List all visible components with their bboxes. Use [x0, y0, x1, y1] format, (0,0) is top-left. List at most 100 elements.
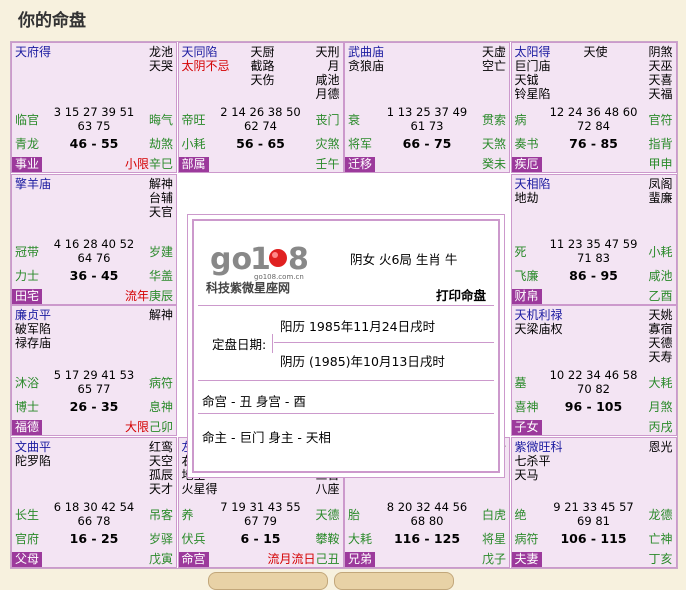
boshi-label: 喜神 — [514, 400, 539, 414]
suiqian-label: 白虎 — [481, 507, 506, 522]
branch-label: 己丑 — [315, 551, 340, 566]
palace-cell-wei: 武曲庙 贪狼庙 天虚 空亡 1 13 25 37 49 61 73 衰贯索 66 - 75 将军… — [344, 42, 510, 173]
palace-cell-shen: 太阳得 巨门庙 天钺 铃星陷 天使 阴煞 天巫 天喜 天福 12 24 36 48 60 72 84… — [510, 42, 677, 173]
boshi-label: 病符 — [514, 531, 539, 546]
boshi-label: 大耗 — [348, 531, 373, 546]
changsheng-label: 衰 — [348, 113, 361, 127]
suiqian-label: 丧门 — [315, 113, 340, 127]
page-title: 你的命盘 — [18, 11, 86, 31]
main-stars: 天相陷 地劫 — [515, 177, 551, 205]
main-stars: 天机利禄 天梁庙权 — [515, 308, 563, 336]
life-palace-line: 命宫 - 丑 身宫 - 酉 — [202, 394, 306, 409]
star-name: 天空 — [148, 453, 173, 468]
changsheng-label: 冠带 — [15, 244, 40, 259]
boshi-label: 小耗 — [181, 137, 206, 151]
print-chart-link[interactable]: 打印命盘 — [436, 285, 486, 304]
star-name: 火星得 — [181, 481, 218, 496]
star-name: 天哭 — [148, 59, 173, 73]
star-name: 台辅 — [148, 190, 173, 205]
palace-cell-you: 天相陷 地劫 凤阁 蜚廉 11 23 35 47 59 71 83 死小耗 86 - 95 飞廉… — [510, 173, 677, 305]
star-name: 天德 — [648, 336, 673, 350]
branch-label: 乙酉 — [648, 288, 673, 303]
palace-name-badge: 夫妻 — [511, 551, 542, 567]
main-stars: 太阳得 巨门庙 天钺 铃星陷 — [515, 45, 551, 101]
stem-branch: 丙戌 — [648, 420, 672, 434]
suiqian-label: 小耗 — [648, 244, 673, 259]
palace-name-badge: 命宫 — [178, 551, 209, 567]
star-name: 天姚 — [648, 308, 673, 322]
chart-board: 天府得 龙池 天哭 3 15 27 39 51 63 75 临官 晦气 46 - 55 青龙 劫煞… — [10, 41, 678, 569]
star-name: 解神 — [148, 308, 173, 322]
palace-name-badge: 部属 — [178, 157, 209, 172]
changsheng-label: 长生 — [15, 507, 40, 522]
jiangqian-label: 息神 — [148, 400, 173, 414]
star-name: 天伤 — [250, 73, 275, 87]
stem-branch: 大限己卯 — [125, 420, 173, 434]
suiqian-label: 岁建 — [148, 244, 173, 259]
branch-label: 戊寅 — [148, 551, 173, 566]
palace-cell-wu: 天同陷 太阴不忌 天厨 截路 天伤 天刑月咸池 月德 2 14 26 38 50 62 74 帝旺… — [177, 42, 344, 173]
bottom-button-1[interactable] — [208, 572, 328, 590]
boshi-label: 将军 — [348, 137, 373, 151]
palace-cell-chen: 擎羊庙 解神 台辅 天官 4 16 28 40 52 64 76 冠带 岁建 36 - 45 力士… — [11, 173, 177, 305]
changsheng-label: 死 — [514, 244, 527, 259]
minor-stars: 天姚 寡宿 天德 天寿 — [648, 308, 672, 364]
jiangqian-label: 指背 — [648, 137, 673, 151]
star-name: 天虚 — [481, 45, 506, 59]
stem-branch: 流年庚辰 — [125, 289, 173, 303]
logo-caption: 科技紫微星座网 — [206, 281, 291, 295]
star-name: 巨门庙 — [514, 59, 551, 73]
changsheng-label: 帝旺 — [181, 113, 206, 127]
xian-label: 流年 — [124, 288, 149, 303]
main-stars: 擎羊庙 — [15, 177, 51, 191]
star-name: 天刑 — [315, 45, 340, 59]
solar-date: 阳历 1985年11月24日戌时 — [280, 319, 436, 334]
changsheng-label: 临官 — [15, 113, 40, 127]
star-name: 天才 — [148, 481, 173, 496]
branch-label: 己卯 — [148, 420, 173, 434]
suiqian-label: 天德 — [315, 507, 340, 522]
minor-stars: 龙池 天哭 — [149, 45, 173, 73]
branch-label: 甲申 — [648, 157, 673, 171]
stem-branch: 丁亥 — [648, 552, 672, 566]
branch-label: 庚辰 — [148, 288, 173, 303]
xian-label: 小限 — [124, 157, 149, 171]
jiangqian-label: 劫煞 — [148, 137, 173, 151]
star-name: 铃星陷 — [514, 87, 551, 101]
master-line: 命主 - 巨门 身主 - 天相 — [202, 430, 331, 445]
star-name: 寡宿 — [648, 322, 673, 336]
bottom-button-2[interactable] — [334, 572, 454, 590]
star-name: 八座 — [315, 481, 340, 496]
star-name: 天巫 — [648, 59, 673, 73]
stem-branch: 甲申 — [648, 157, 672, 171]
main-stars: 廉贞平 破军陷 禄存庙 — [15, 308, 51, 350]
minor-stars: 解神 — [149, 308, 173, 322]
star-name: 龙池 — [148, 45, 173, 59]
minor-stars: 解神 台辅 天官 — [149, 177, 173, 219]
star-name: 贪狼庙 — [348, 59, 385, 73]
star-name: 天机利禄 — [514, 308, 563, 322]
star-name: 太阳得 — [514, 45, 551, 59]
star-name: 天喜 — [648, 73, 673, 87]
jiangqian-label: 岁驿 — [148, 531, 173, 546]
suiqian-label: 贯索 — [481, 113, 506, 127]
minor-stars: 恩光 — [648, 440, 672, 454]
stem-branch: 癸未 — [482, 157, 506, 171]
minor-stars-mid: 天使 — [584, 45, 608, 59]
stem-branch: 戊寅 — [149, 552, 173, 566]
palace-name-badge: 田宅 — [12, 288, 43, 304]
star-name: 天马 — [514, 467, 539, 482]
center-panel: go 1 8 go108.com.cn 科技紫微星座网 阴女 火6局 生肖 牛 … — [187, 214, 505, 478]
boshi-label: 青龙 — [15, 137, 40, 151]
star-name-red: 太阴不忌 — [181, 59, 230, 73]
jiangqian-label: 天煞 — [481, 137, 506, 151]
palace-name-badge: 子女 — [511, 420, 542, 435]
date-box: 定盘日期: 阳历 1985年11月24日戌时 阴历 (1985)年10月13日戌… — [198, 305, 494, 381]
star-name: 文曲平 — [15, 439, 52, 454]
changsheng-label: 养 — [181, 507, 194, 522]
stem-branch: 流月流日己丑 — [267, 552, 339, 566]
minor-stars: 阴煞 天巫 天喜 天福 — [648, 45, 672, 101]
star-name: 天福 — [648, 87, 673, 101]
star-name: 蜚廉 — [648, 190, 673, 205]
changsheng-label: 病 — [514, 113, 527, 127]
